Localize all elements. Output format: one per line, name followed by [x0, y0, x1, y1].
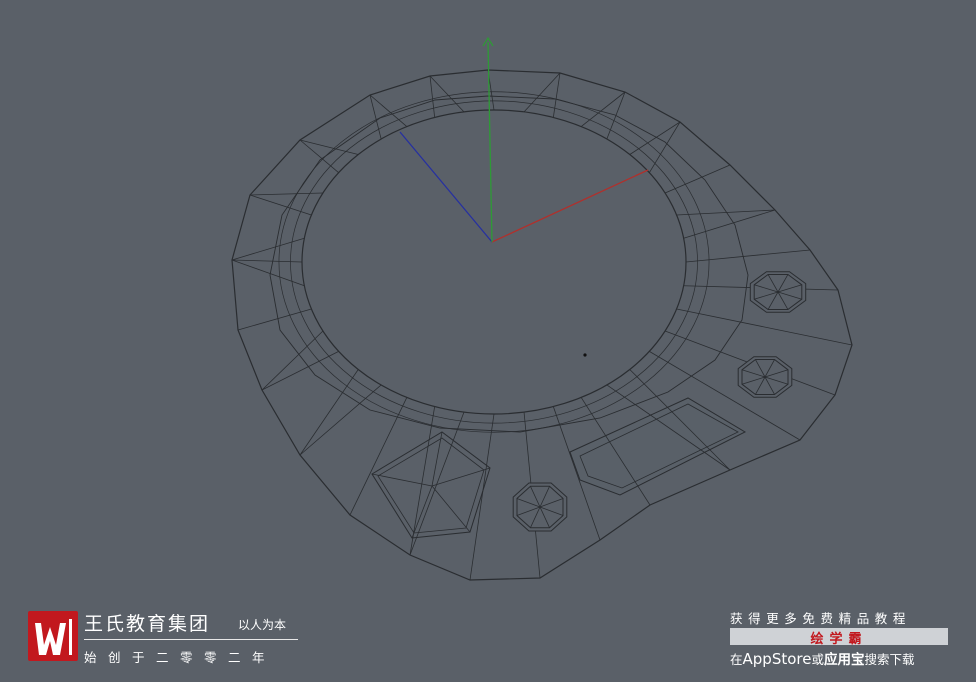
promo-download-text: 在AppStore或应用宝搜索下载 — [730, 648, 915, 668]
promo-suffix: 搜索下载 — [864, 652, 915, 667]
promo-appstore: AppStore — [742, 650, 812, 668]
wireframe-mesh[interactable] — [231, 69, 853, 581]
company-slogan: 以人为本 — [238, 618, 287, 632]
pivot-dot — [583, 353, 587, 357]
promo-or: 或 — [811, 652, 824, 667]
brand-watermark: 王氏教育集团 以人为本 始创于二零零二年 — [28, 611, 303, 667]
promo-prefix: 在 — [730, 652, 743, 667]
3d-viewport[interactable] — [0, 0, 976, 682]
founded-text: 始创于二零零二年 — [84, 650, 277, 665]
brand-divider — [84, 639, 298, 640]
promo-product-name: 绘学霸 — [810, 632, 868, 647]
inner-ellipse — [301, 109, 687, 415]
brand-logo-icon — [35, 619, 72, 655]
brand-logo — [28, 611, 78, 661]
promo-watermark: 获得更多免费精品教程 绘学霸 在AppStore或应用宝搜索下载 — [728, 608, 950, 668]
promo-app-store-cn: 应用宝 — [823, 652, 865, 668]
promo-headline: 获得更多免费精品教程 — [730, 611, 912, 626]
company-name: 王氏教育集团 — [84, 613, 211, 635]
promo-product-bar: 绘学霸 — [730, 628, 948, 647]
